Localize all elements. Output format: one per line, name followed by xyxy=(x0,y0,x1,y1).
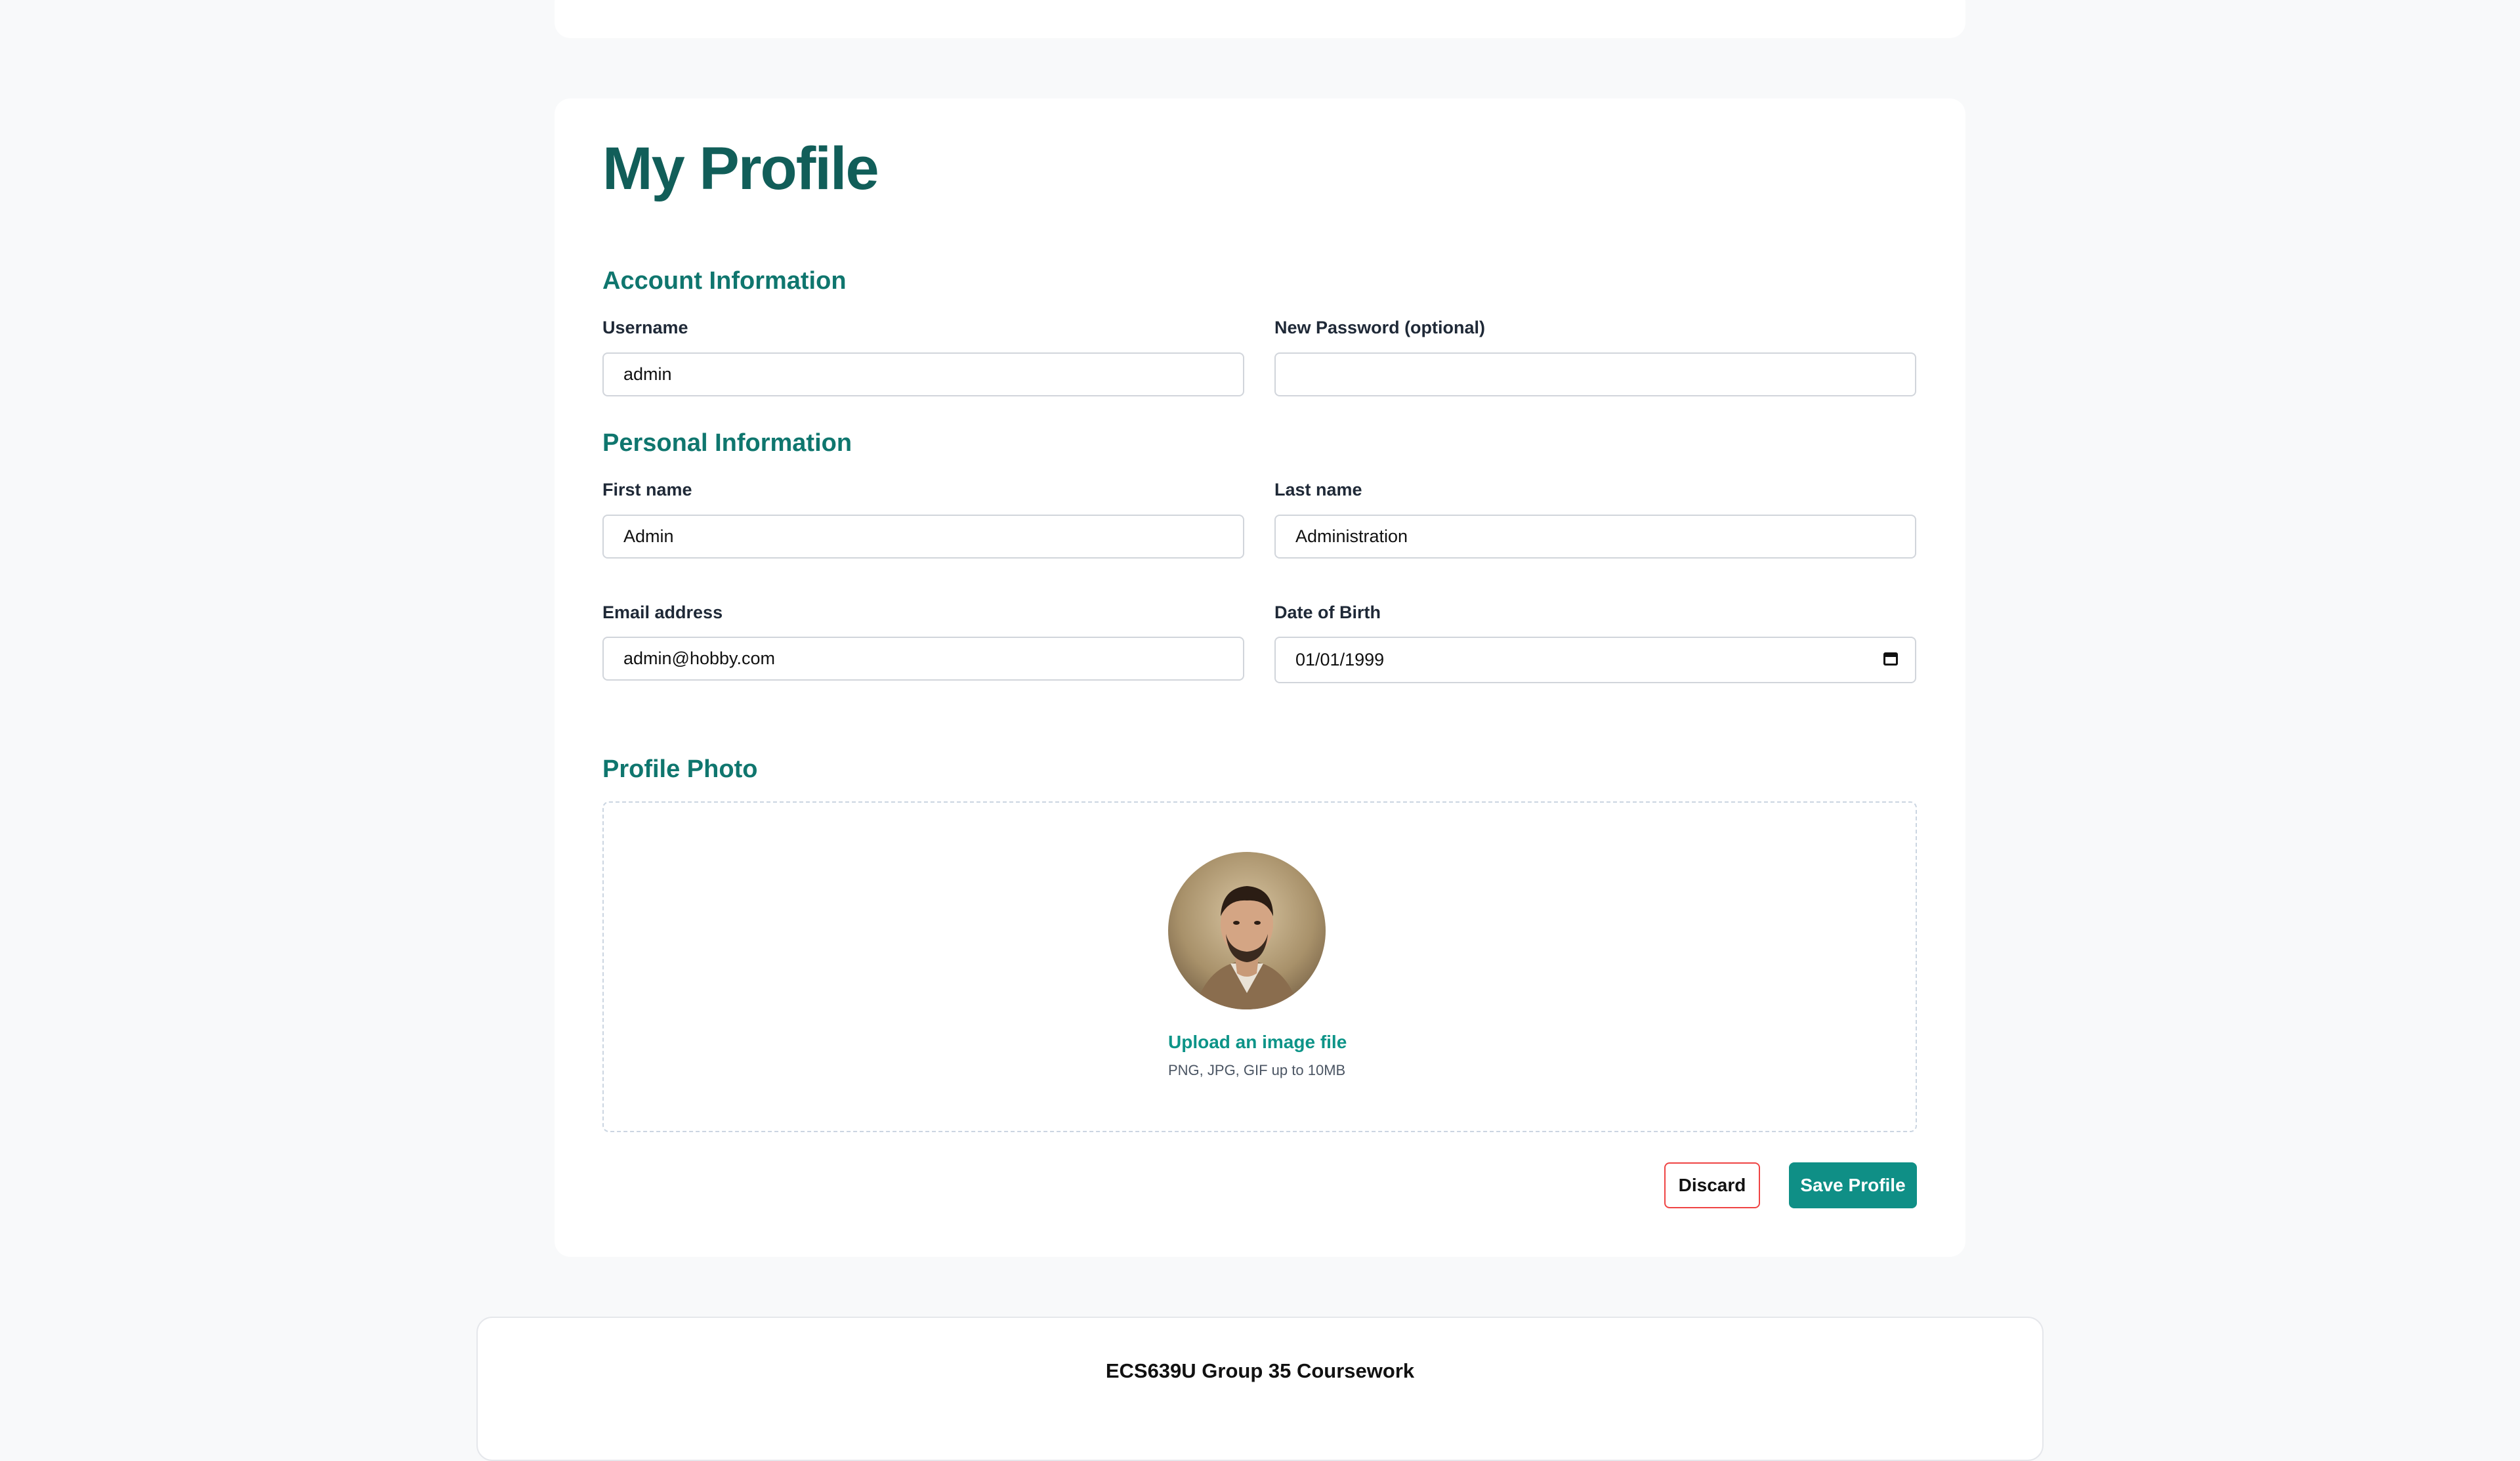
username-label: Username xyxy=(602,318,688,337)
new-password-input[interactable] xyxy=(1294,364,1897,385)
username-field[interactable] xyxy=(602,352,1244,396)
dob-label: Date of Birth xyxy=(1274,603,1381,622)
upload-hint: PNG, JPG, GIF up to 10MB xyxy=(1168,1062,1346,1078)
email-input[interactable] xyxy=(622,648,1225,669)
section-title-photo: Profile Photo xyxy=(602,755,758,783)
new-password-label: New Password (optional) xyxy=(1274,318,1486,337)
dob-input[interactable] xyxy=(1294,649,1897,671)
save-profile-button[interactable]: Save Profile xyxy=(1789,1162,1917,1208)
footer-text: ECS639U Group 35 Coursework xyxy=(1105,1359,1415,1382)
footer xyxy=(476,1317,2044,1461)
section-title-personal: Personal Information xyxy=(602,429,852,457)
username-input[interactable] xyxy=(622,364,1225,385)
email-field[interactable] xyxy=(602,637,1244,681)
discard-button[interactable]: Discard xyxy=(1664,1162,1760,1208)
avatar xyxy=(1168,852,1326,1009)
dob-field[interactable] xyxy=(1274,637,1916,683)
last-name-label: Last name xyxy=(1274,480,1362,499)
first-name-label: First name xyxy=(602,480,692,499)
previous-card xyxy=(555,0,1965,38)
first-name-field[interactable] xyxy=(602,515,1244,559)
calendar-icon[interactable] xyxy=(1883,652,1898,666)
first-name-input[interactable] xyxy=(622,526,1225,547)
email-label: Email address xyxy=(602,603,723,622)
section-title-account: Account Information xyxy=(602,267,847,295)
last-name-field[interactable] xyxy=(1274,515,1916,559)
last-name-input[interactable] xyxy=(1294,526,1897,547)
new-password-field[interactable] xyxy=(1274,352,1916,396)
page-title: My Profile xyxy=(602,135,879,202)
avatar-portrait-icon xyxy=(1194,886,1299,1009)
upload-image-link[interactable]: Upload an image file xyxy=(1168,1032,1347,1053)
